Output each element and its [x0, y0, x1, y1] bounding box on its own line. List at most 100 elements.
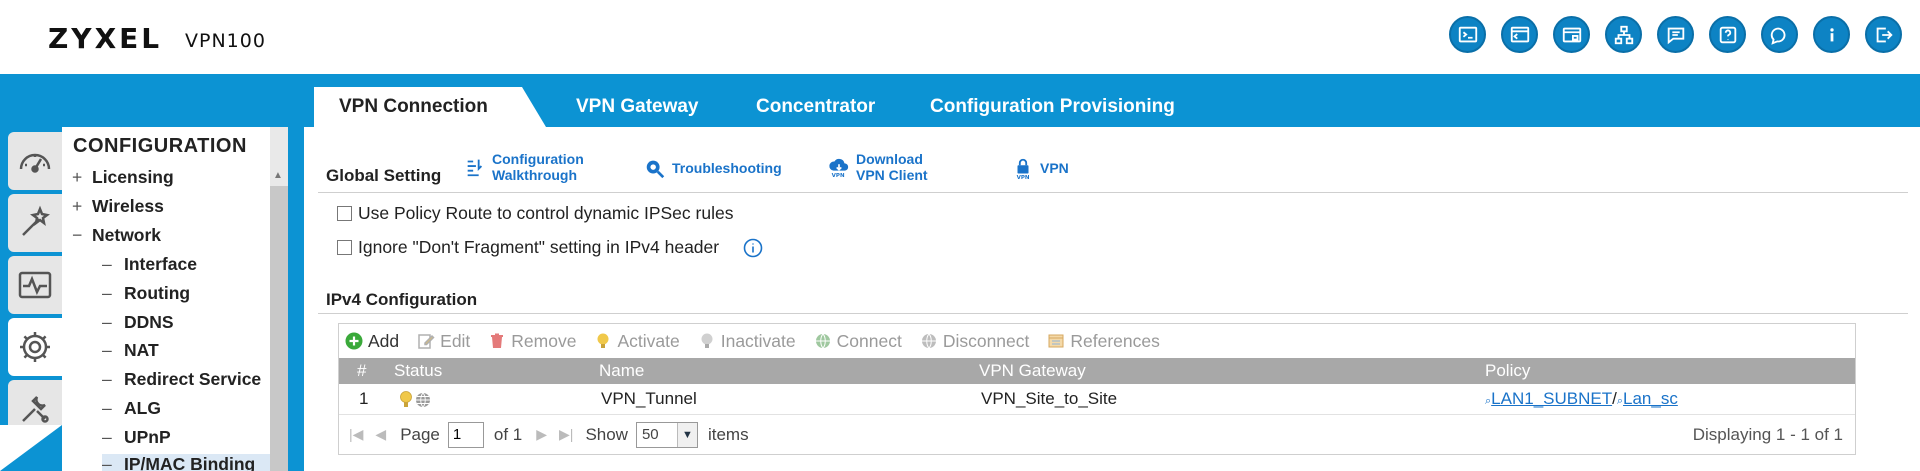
nav-item-upnp[interactable]: – UPnP	[102, 427, 171, 448]
items-label: items	[707, 424, 749, 444]
vpn-lock-icon: VPN	[1017, 158, 1030, 179]
first-page-icon[interactable]: |◀	[349, 426, 363, 443]
tab-vpn-gateway[interactable]: VPN Gateway	[576, 87, 699, 127]
scroll-up-arrow-icon[interactable]: ▲	[273, 170, 283, 181]
active-lightbulb-icon	[400, 391, 412, 407]
connect-button[interactable]: Connect	[814, 331, 902, 352]
ignore-dont-fragment-checkbox[interactable]	[337, 240, 352, 255]
about-info-icon[interactable]	[1813, 16, 1850, 53]
console-icon[interactable]	[1449, 16, 1486, 53]
walkthrough-icon	[467, 159, 483, 177]
vpn-connection-table: Add Edit Remove Activate Inactivate Conn…	[338, 323, 1856, 455]
disconnected-globe-icon	[416, 392, 430, 408]
policy-route-option: Use Policy Route to control dynamic IPSe…	[337, 203, 733, 224]
zyxel-logo: ZYXEL	[48, 22, 163, 55]
ignore-dont-fragment-label: Ignore "Don't Fragment" setting in IPv4 …	[358, 237, 720, 257]
top-header: ZYXEL VPN100	[0, 0, 1920, 74]
next-page-icon[interactable]: ▶	[536, 426, 547, 443]
connect-globe-icon	[815, 333, 830, 349]
prev-page-icon[interactable]: ◀	[375, 426, 386, 443]
nav-item-licensing[interactable]: + Licensing	[72, 167, 174, 188]
edit-pencil-icon	[418, 334, 435, 349]
nav-item-network[interactable]: − Network	[72, 225, 161, 246]
troubleshooting-gear-icon	[646, 160, 665, 179]
download-vpn-client-link[interactable]: VPN Download VPN Client	[828, 151, 928, 183]
header-toolbar	[1449, 16, 1902, 53]
nav-item-nat[interactable]: – NAT	[102, 340, 159, 361]
page-of-label: of 1	[493, 424, 523, 444]
cloud-chat-icon[interactable]	[1761, 16, 1798, 53]
page-number-input[interactable]	[447, 421, 484, 448]
tab-vpn-connection[interactable]: VPN Connection	[314, 87, 522, 127]
logout-icon[interactable]	[1865, 16, 1902, 53]
svg-text:VPN: VPN	[832, 173, 845, 178]
table-row[interactable]: 1 VPN_Tunnel VPN_Site_to_Site ⌕LAN1_SUBN…	[339, 384, 1855, 414]
lightbulb-off-icon	[701, 333, 713, 348]
policy-route-label: Use Policy Route to control dynamic IPSe…	[358, 203, 734, 223]
sitemap-icon[interactable]	[1605, 16, 1642, 53]
troubleshooting-link[interactable]: Troubleshooting	[644, 157, 782, 179]
device-model: VPN100	[185, 30, 266, 52]
row-policy: ⌕LAN1_SUBNET/⌕Lan_sc	[1485, 389, 1678, 409]
policy-route-checkbox[interactable]	[337, 206, 352, 221]
nav-title: CONFIGURATION	[73, 135, 247, 157]
nav-item-routing[interactable]: – Routing	[102, 283, 190, 304]
row-vpn-gateway: VPN_Site_to_Site	[981, 389, 1118, 408]
table-toolbar: Add Edit Remove Activate Inactivate Conn…	[339, 324, 1855, 358]
trash-icon	[491, 333, 504, 348]
vpn-link[interactable]: VPN VPN	[1012, 157, 1069, 179]
active-tab-notch	[522, 87, 546, 127]
expand-icon[interactable]: +	[72, 167, 92, 188]
cli-icon[interactable]	[1501, 16, 1538, 53]
chevron-down-icon[interactable]: ▼	[676, 422, 697, 447]
lightbulb-on-icon	[597, 333, 609, 348]
ignore-dont-fragment-option: Ignore "Don't Fragment" setting in IPv4 …	[337, 237, 763, 258]
column-status[interactable]: Status	[394, 361, 442, 381]
row-num: 1	[359, 389, 369, 408]
window-icon[interactable]	[1553, 16, 1590, 53]
edit-button[interactable]: Edit	[417, 331, 470, 352]
tab-configuration-provisioning[interactable]: Configuration Provisioning	[930, 87, 1175, 127]
nav-item-ddns[interactable]: – DDNS	[102, 312, 174, 333]
configuration-gear-icon[interactable]	[8, 318, 62, 376]
collapse-icon[interactable]: −	[72, 225, 92, 246]
page-size-select[interactable]: 50 ▼	[635, 421, 698, 448]
column-policy[interactable]: Policy	[1485, 361, 1530, 381]
global-setting-title: Global Setting	[326, 166, 442, 185]
policy-local-link[interactable]: LAN1_SUBNET	[1491, 389, 1612, 408]
help-icon[interactable]	[1709, 16, 1746, 53]
nav-item-alg[interactable]: – ALG	[102, 398, 161, 419]
nav-item-interface[interactable]: – Interface	[102, 254, 197, 275]
panel-divider	[288, 127, 304, 471]
references-button[interactable]: References	[1047, 331, 1160, 352]
chat-icon[interactable]	[1657, 16, 1694, 53]
nav-item-ip-mac-binding[interactable]: – IP/MAC Binding	[102, 454, 286, 471]
inactivate-button[interactable]: Inactivate	[698, 331, 796, 352]
nav-item-wireless[interactable]: + Wireless	[72, 196, 164, 217]
last-page-icon[interactable]: ▶|	[559, 426, 573, 443]
show-label: Show	[585, 424, 628, 444]
monitor-icon[interactable]	[8, 256, 62, 314]
expand-icon[interactable]: +	[72, 196, 92, 217]
tab-concentrator[interactable]: Concentrator	[756, 87, 875, 127]
remove-button[interactable]: Remove	[488, 331, 576, 352]
wizard-icon[interactable]	[8, 194, 62, 252]
disconnect-globe-icon	[921, 333, 936, 349]
policy-remote-link[interactable]: Lan_sc	[1623, 389, 1678, 408]
column-name[interactable]: Name	[599, 361, 644, 381]
add-button[interactable]: Add	[345, 331, 399, 352]
column-vpn-gateway[interactable]: VPN Gateway	[979, 361, 1086, 381]
download-cloud-icon: VPN	[829, 158, 849, 178]
nav-scrollbar-thumb[interactable]	[270, 186, 288, 471]
activate-button[interactable]: Activate	[594, 331, 680, 352]
page-label: Page	[400, 424, 440, 444]
configuration-nav: CONFIGURATION + Licensing + Wireless − Netw…	[62, 127, 288, 471]
rail-footer-notch	[0, 425, 62, 471]
disconnect-button[interactable]: Disconnect	[920, 331, 1029, 352]
configuration-walkthrough-link[interactable]: Configuration Walkthrough	[464, 151, 584, 183]
dashboard-icon[interactable]	[8, 132, 62, 190]
svg-text:VPN: VPN	[1017, 175, 1030, 179]
info-icon[interactable]	[743, 238, 763, 258]
nav-item-redirect-service[interactable]: – Redirect Service	[102, 369, 261, 390]
column-num[interactable]: #	[357, 361, 366, 381]
